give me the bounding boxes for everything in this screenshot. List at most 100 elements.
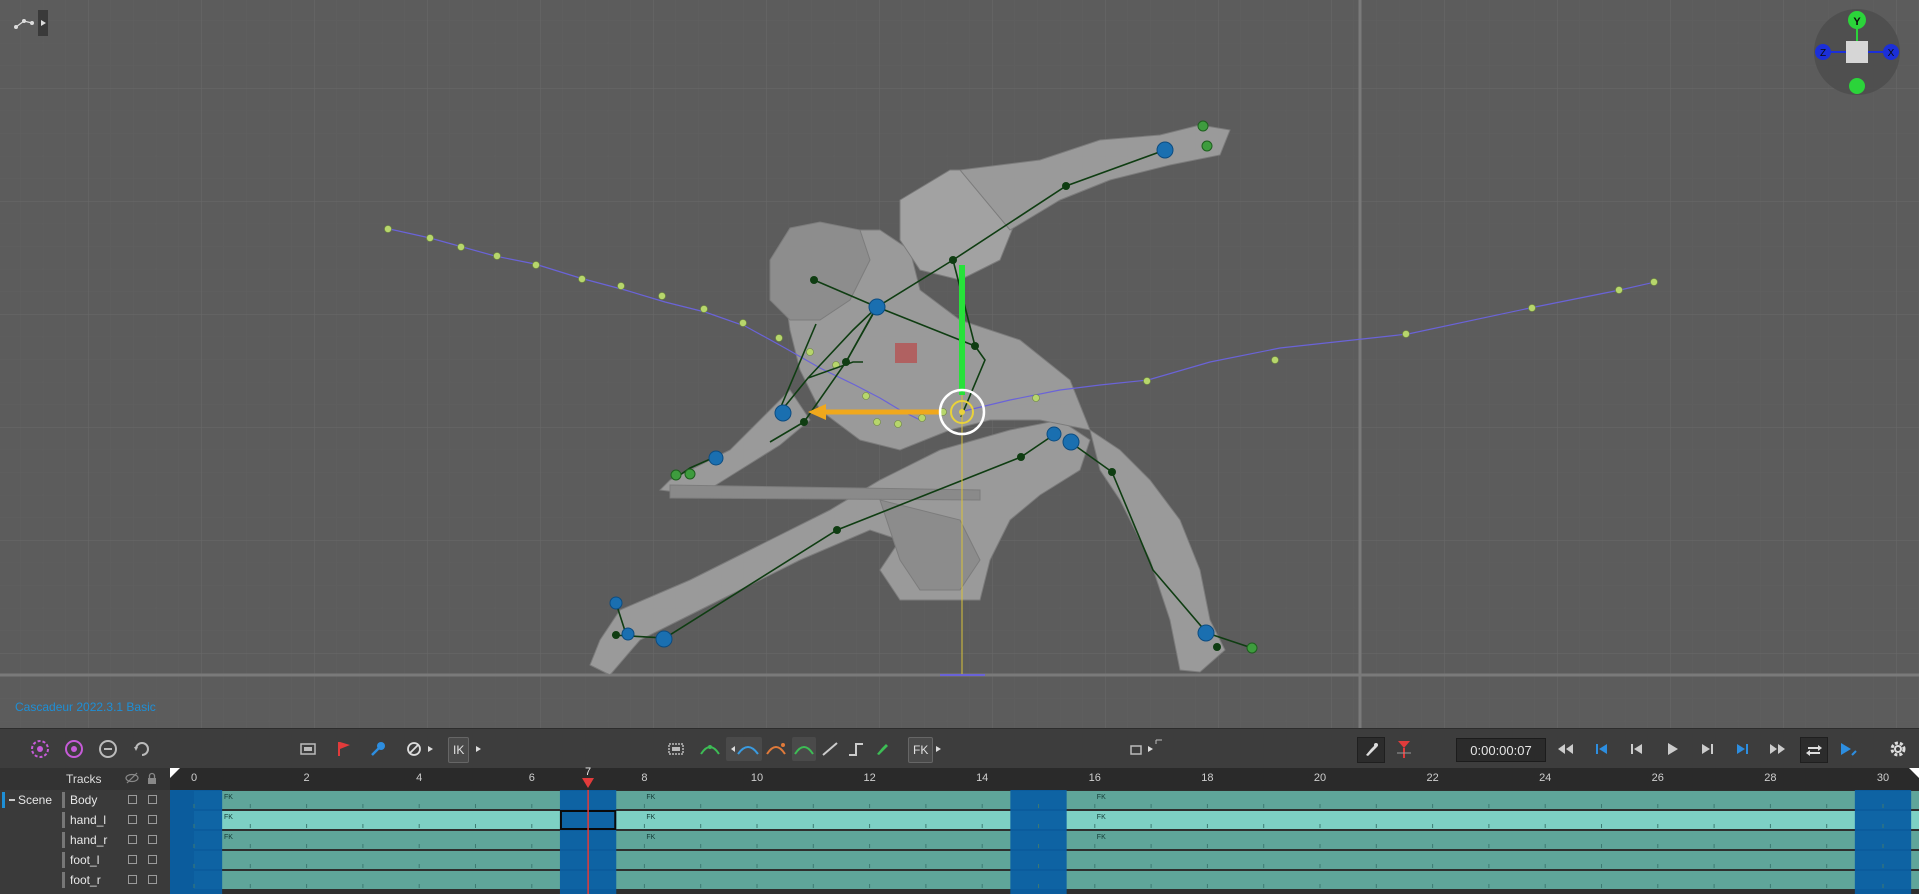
range-end-marker[interactable] xyxy=(1907,768,1919,782)
selection-marker xyxy=(895,343,917,363)
ruler-tick-label: 10 xyxy=(750,772,764,784)
track-row-scene[interactable]: Scene Body xyxy=(0,790,170,810)
ruler-tick-label: 18 xyxy=(1201,772,1214,784)
visibility-toggle-icon[interactable] xyxy=(125,772,139,787)
settings-icon[interactable] xyxy=(1886,737,1910,761)
interval-fk-label[interactable]: FK xyxy=(1097,814,1106,821)
lock-checkbox[interactable] xyxy=(148,855,157,864)
track-row[interactable]: foot_r xyxy=(0,870,170,890)
ruler-tick-label: 30 xyxy=(1876,772,1890,784)
rotate-mode-icon[interactable] xyxy=(62,737,86,761)
track-name: hand_l xyxy=(70,813,107,827)
ruler-tick-label: 26 xyxy=(1651,772,1664,784)
visibility-checkbox[interactable] xyxy=(128,875,137,884)
track-name: foot_r xyxy=(70,873,101,887)
current-frame-marker-icon[interactable] xyxy=(1392,737,1416,761)
interpolation-step-icon[interactable] xyxy=(844,737,868,761)
next-frame-icon[interactable] xyxy=(1695,737,1719,761)
play-mode-icon[interactable] xyxy=(1836,737,1860,761)
disable-icon[interactable] xyxy=(402,737,426,761)
ruler-tick-label: 0 xyxy=(190,772,198,784)
ruler-tick-label: 2 xyxy=(303,772,310,784)
track-row[interactable]: hand_l xyxy=(0,810,170,830)
lock-checkbox[interactable] xyxy=(148,875,157,884)
prev-frame-icon[interactable] xyxy=(1625,737,1649,761)
next-keyframe-icon[interactable] xyxy=(1730,737,1754,761)
ruler-tick-label: 20 xyxy=(1313,772,1327,784)
fast-forward-icon[interactable] xyxy=(1765,737,1789,761)
timeline-ruler[interactable]: 0 2 4 6 8 10 12 14 16 18 20 22 24 26 28 30 7 xyxy=(170,766,1919,790)
interval-fk-label[interactable]: FK xyxy=(224,794,233,801)
interval-fk-label[interactable]: FK xyxy=(646,834,655,841)
select-mode-icon[interactable] xyxy=(28,737,52,761)
refresh-mode-icon[interactable] xyxy=(130,737,154,761)
keyframe-column[interactable] xyxy=(170,790,223,894)
tracks-list: Tracks Scene Body hand_l hand_r foot_l f… xyxy=(0,768,170,894)
ruler-tick-label: 12 xyxy=(863,772,876,784)
scene-label: Scene xyxy=(18,793,53,807)
interpolation-auto-icon[interactable] xyxy=(698,737,722,761)
svg-text:Y: Y xyxy=(1853,16,1861,28)
svg-text:X: X xyxy=(1888,48,1895,59)
disable-dropdown-arrow[interactable] xyxy=(426,737,436,761)
pin-icon[interactable] xyxy=(870,737,894,761)
visibility-checkbox[interactable] xyxy=(128,835,137,844)
interval-fk-label[interactable]: FK xyxy=(1097,794,1106,801)
fk-button[interactable]: FK xyxy=(908,737,934,763)
interpolation-linear-icon[interactable] xyxy=(818,737,842,761)
track-name: hand_r xyxy=(70,833,108,847)
ruler-tick-label: 16 xyxy=(1088,772,1101,784)
fk-dropdown-arrow[interactable] xyxy=(934,737,944,761)
visibility-checkbox[interactable] xyxy=(128,815,137,824)
rewind-icon[interactable] xyxy=(1554,737,1578,761)
interval-fk-label[interactable]: FK xyxy=(646,814,655,821)
interval-fk-label[interactable]: FK xyxy=(646,794,655,801)
track-row[interactable]: foot_l xyxy=(0,850,170,870)
lock-checkbox[interactable] xyxy=(148,795,157,804)
3d-viewport[interactable]: Y Z X Cascadeur 2022.3.1 Basic xyxy=(0,0,1919,728)
key-icon[interactable] xyxy=(366,737,390,761)
visibility-checkbox[interactable] xyxy=(128,795,137,804)
lock-checkbox[interactable] xyxy=(148,815,157,824)
interpolation-ease-icon[interactable] xyxy=(764,737,788,761)
ik-dropdown-arrow[interactable] xyxy=(474,737,484,761)
play-icon[interactable] xyxy=(1660,737,1684,761)
view-orientation-gizmo: Y Z X xyxy=(1814,9,1900,95)
flag-icon[interactable] xyxy=(332,737,356,761)
lock-checkbox[interactable] xyxy=(148,835,157,844)
timeline-tracks-area[interactable]: FK FK FK FK FK FK FK FK FK xyxy=(170,790,1919,894)
ruler-tick-label: 4 xyxy=(416,772,423,784)
prev-keyframe-icon[interactable] xyxy=(1590,737,1614,761)
range-start-marker[interactable] xyxy=(170,768,182,782)
ruler-tick-label: 22 xyxy=(1426,772,1439,784)
viewport-menu-button[interactable] xyxy=(8,10,48,36)
ruler-tick-label: 14 xyxy=(976,772,989,784)
playhead-frame-label: 7 xyxy=(585,766,592,778)
svg-text:Z: Z xyxy=(1820,48,1826,59)
tracks-title: Tracks xyxy=(66,772,102,786)
retarget-icon[interactable] xyxy=(1128,737,1164,761)
ik-button[interactable]: IK xyxy=(448,737,470,763)
ruler-tick-label: 8 xyxy=(641,772,648,784)
pin-joint-button[interactable] xyxy=(1357,737,1385,763)
interval-fk-label[interactable]: FK xyxy=(224,814,233,821)
loop-toggle-icon[interactable] xyxy=(1800,737,1828,763)
interpolation-bezier-icon[interactable] xyxy=(726,737,762,761)
scene-canvas[interactable]: Y Z X xyxy=(0,0,1919,728)
version-label: Cascadeur 2022.3.1 Basic xyxy=(15,700,156,714)
time-display[interactable]: 0:00:00:07 xyxy=(1456,738,1546,762)
interval-fk-label[interactable]: FK xyxy=(1097,834,1106,841)
track-name: Body xyxy=(70,793,98,807)
ruler-tick-label: 6 xyxy=(528,772,535,784)
track-row[interactable]: hand_r xyxy=(0,830,170,850)
ruler-tick-label: 28 xyxy=(1764,772,1777,784)
key-frame-select-icon[interactable] xyxy=(664,737,688,761)
frame-select-icon[interactable] xyxy=(296,737,320,761)
lock-toggle-icon[interactable] xyxy=(146,772,158,788)
visibility-checkbox[interactable] xyxy=(128,855,137,864)
tween-mode-icon[interactable] xyxy=(96,737,120,761)
interpolation-fixed-icon[interactable] xyxy=(792,737,816,761)
collapse-icon[interactable] xyxy=(9,799,15,801)
track-name: foot_l xyxy=(70,853,100,867)
interval-fk-label[interactable]: FK xyxy=(224,834,233,841)
